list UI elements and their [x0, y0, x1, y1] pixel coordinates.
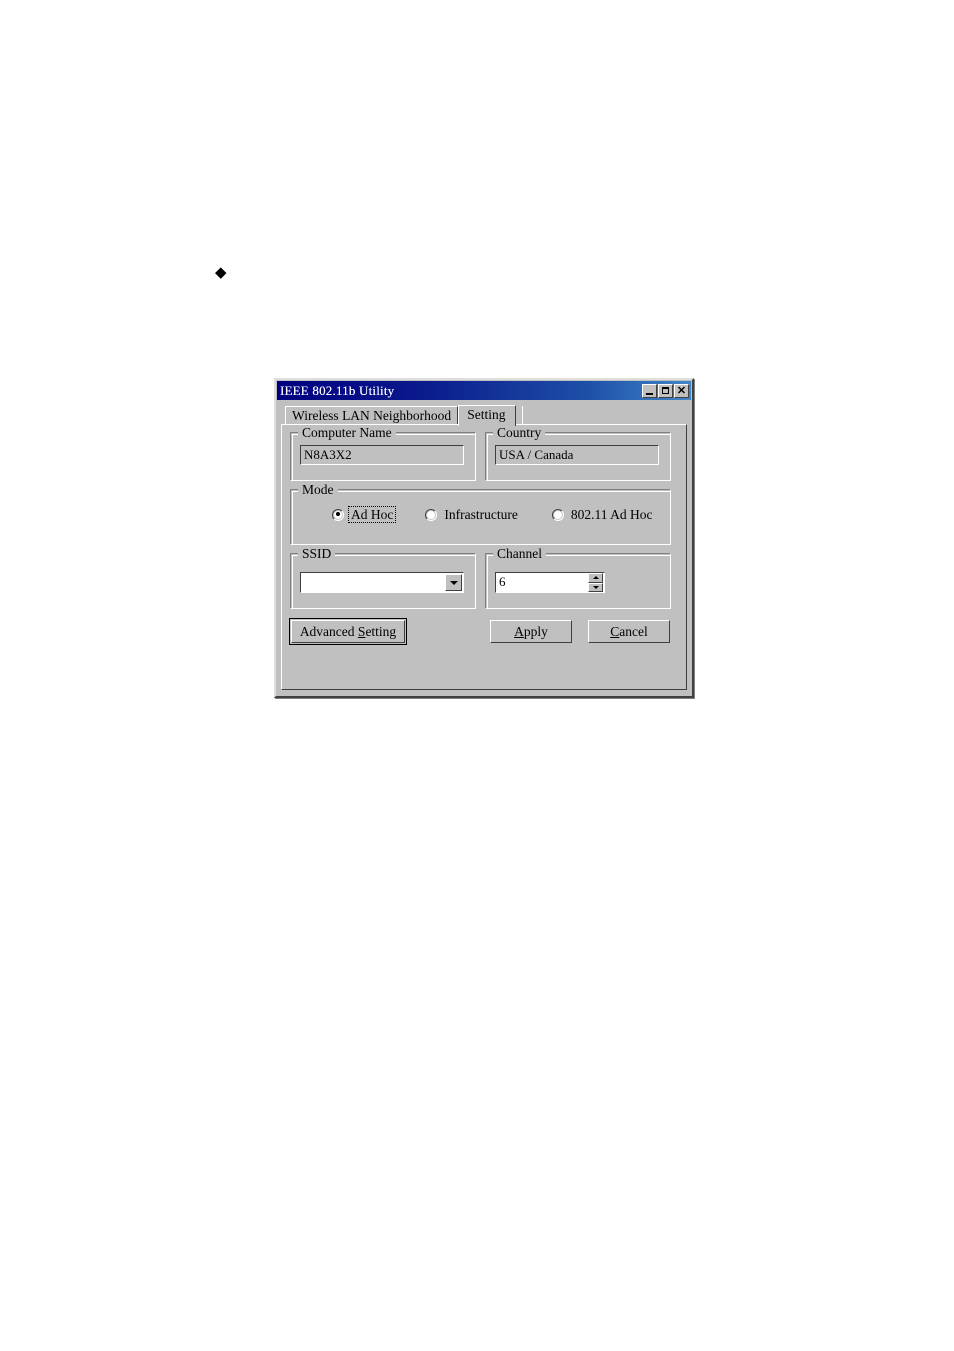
tab-wireless-lan-neighborhood-label: Wireless LAN Neighborhood [292, 408, 452, 423]
tab-setting[interactable]: Setting [458, 405, 517, 426]
radio-mode-80211-ad-hoc-indicator [551, 508, 564, 521]
row-network: SSID Channel 6 [290, 547, 678, 609]
group-ssid-title: SSID [298, 547, 336, 561]
apply-button-mnemonic: A [514, 624, 524, 639]
cancel-button[interactable]: Cancel [588, 620, 670, 643]
ieee-80211b-utility-window: IEEE 802.11b Utility ✕ Wireless LAN Neig… [274, 378, 694, 698]
caret-down-icon [592, 586, 599, 590]
radio-mode-infrastructure-indicator [425, 508, 438, 521]
caret-up-icon [592, 575, 599, 579]
close-button[interactable]: ✕ [674, 383, 689, 398]
group-ssid: SSID [290, 547, 476, 609]
dialog-button-row: Advanced Setting Apply Cancel [289, 618, 678, 645]
radio-mode-ad-hoc-indicator [332, 508, 344, 521]
cancel-button-mnemonic: C [610, 624, 620, 639]
close-icon: ✕ [676, 384, 687, 397]
minimize-icon [646, 392, 653, 395]
apply-button[interactable]: Apply [490, 620, 572, 643]
channel-spinner-up-button[interactable] [588, 573, 603, 583]
advanced-setting-button-suffix: etting [365, 624, 397, 639]
apply-button-suffix: pply [523, 624, 548, 639]
tab-wireless-lan-neighborhood[interactable]: Wireless LAN Neighborhood [285, 406, 459, 425]
computer-name-input[interactable]: N8A3X2 [300, 445, 464, 465]
window-title: IEEE 802.11b Utility [280, 382, 395, 398]
group-channel-title: Channel [493, 547, 546, 561]
radio-mode-infrastructure-label: Infrastructure [444, 507, 518, 522]
window-client-area: Wireless LAN Neighborhood Setting Comput… [281, 405, 687, 690]
group-country-title: Country [493, 426, 546, 440]
channel-spinner: 6 [495, 572, 605, 593]
radio-mode-ad-hoc[interactable]: Ad Hoc [332, 506, 397, 523]
advanced-setting-button-prefix: Advanced [299, 624, 358, 639]
group-channel: Channel 6 [485, 547, 671, 609]
group-country: Country USA / Canada [485, 426, 671, 481]
radio-mode-80211-ad-hoc-label: 802.11 Ad Hoc [570, 507, 653, 522]
tabstrip: Wireless LAN Neighborhood Setting [281, 405, 687, 426]
row-identity: Computer Name N8A3X2 Country USA / Canad… [290, 426, 678, 481]
window-titlebar[interactable]: IEEE 802.11b Utility ✕ [277, 381, 691, 400]
radio-mode-infrastructure[interactable]: Infrastructure [425, 507, 519, 522]
group-mode: Mode Ad Hoc Infrastructure 802.11 Ad Hoc [290, 483, 671, 545]
group-computer-name-title: Computer Name [298, 426, 396, 440]
maximize-button[interactable] [658, 383, 673, 398]
chevron-down-icon [449, 580, 458, 585]
tab-setting-label: Setting [467, 407, 506, 422]
radio-mode-80211-ad-hoc[interactable]: 802.11 Ad Hoc [551, 507, 655, 522]
group-computer-name: Computer Name N8A3X2 [290, 426, 476, 481]
ssid-combobox[interactable] [300, 572, 464, 593]
channel-spinner-down-button[interactable] [588, 582, 603, 592]
minimize-button[interactable] [642, 383, 657, 398]
tab-panel-setting: Computer Name N8A3X2 Country USA / Canad… [281, 424, 687, 690]
channel-spinner-buttons [588, 573, 603, 592]
mode-radio-group: Ad Hoc Infrastructure 802.11 Ad Hoc [300, 506, 661, 523]
page-bullet-diamond-icon: ◆ [215, 263, 227, 281]
country-input[interactable]: USA / Canada [495, 445, 659, 465]
window-controls: ✕ [642, 383, 689, 398]
cancel-button-suffix: ancel [619, 624, 648, 639]
ssid-dropdown-button[interactable] [445, 574, 462, 591]
maximize-icon [662, 386, 669, 394]
radio-mode-ad-hoc-label: Ad Hoc [347, 506, 397, 523]
group-mode-title: Mode [298, 483, 338, 497]
tabstrip-filler [522, 406, 527, 425]
advanced-setting-button[interactable]: Advanced Setting [289, 618, 407, 645]
